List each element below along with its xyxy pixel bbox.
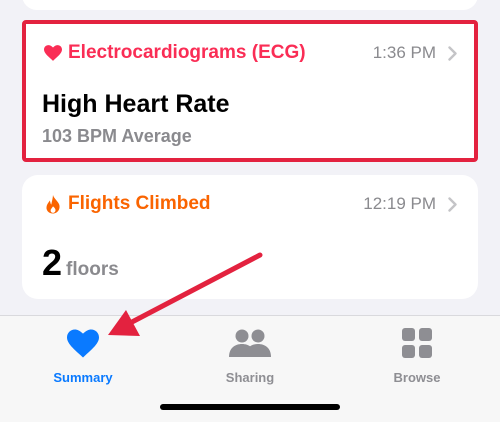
flights-value-row: 2 floors — [42, 242, 119, 284]
chevron-right-icon — [446, 45, 458, 61]
heart-icon — [42, 43, 64, 63]
tab-browse-label: Browse — [393, 370, 441, 385]
tab-sharing-label: Sharing — [225, 370, 275, 385]
flights-timestamp: 12:19 PM — [363, 194, 436, 213]
flame-icon — [42, 194, 64, 214]
tab-summary-label: Summary — [53, 370, 113, 385]
ecg-card-header: Electrocardiograms (ECG) 1:36 PM — [42, 40, 458, 66]
home-indicator — [160, 404, 340, 410]
ecg-category-title: Electrocardiograms (ECG) — [68, 42, 306, 63]
ecg-card[interactable]: Electrocardiograms (ECG) 1:36 PM High He… — [22, 20, 478, 162]
tab-summary[interactable]: Summary — [23, 324, 143, 386]
flights-card[interactable]: Flights Climbed 12:19 PM 2 floors — [22, 175, 478, 299]
ecg-result: High Heart Rate — [42, 90, 230, 118]
heart-icon — [67, 324, 99, 362]
ecg-timestamp: 1:36 PM — [372, 43, 436, 62]
flights-unit: floors — [66, 259, 119, 280]
flights-card-header: Flights Climbed 12:19 PM — [42, 191, 458, 217]
tab-sharing[interactable]: Sharing — [190, 324, 310, 386]
tab-browse[interactable]: Browse — [357, 324, 477, 386]
grid-icon — [402, 324, 432, 362]
flights-count: 2 — [42, 242, 63, 283]
flights-category-title: Flights Climbed — [68, 193, 211, 214]
previous-card[interactable] — [22, 0, 478, 10]
people-icon — [228, 324, 272, 362]
ecg-bpm-average: 103 BPM Average — [42, 126, 192, 146]
chevron-right-icon — [446, 196, 458, 212]
